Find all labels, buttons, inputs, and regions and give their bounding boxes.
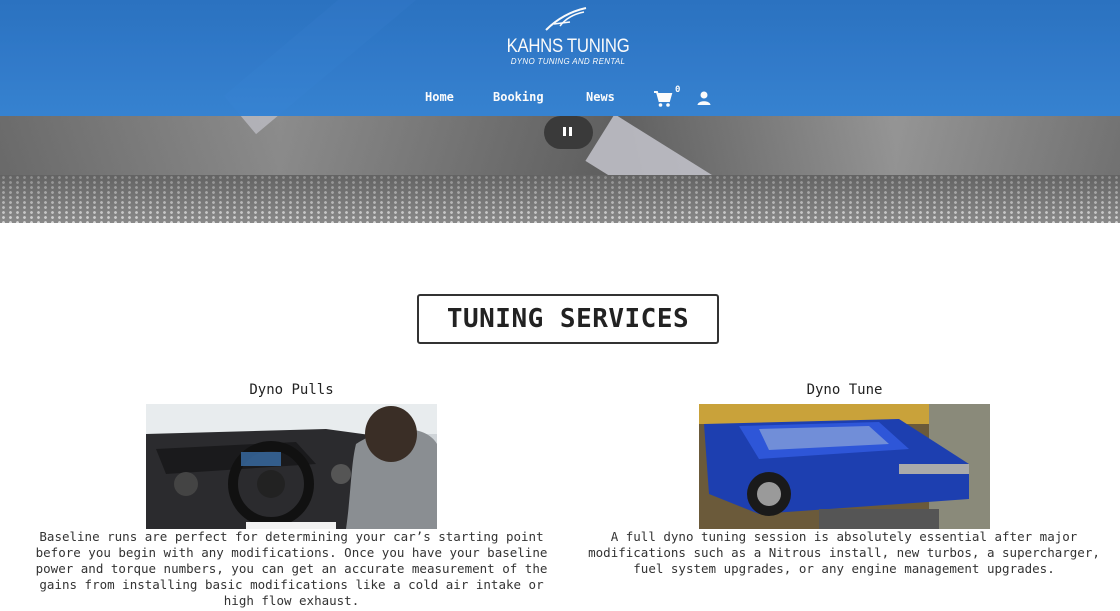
site-header: KAHNS TUNING DYNO TUNING AND RENTAL Home…: [0, 0, 1120, 116]
user-account-icon[interactable]: [696, 90, 712, 106]
car-interior-image: [146, 404, 437, 529]
site-logo[interactable]: KAHNS TUNING DYNO TUNING AND RENTAL: [498, 6, 638, 68]
cart-count-badge: 0: [675, 85, 681, 95]
service-description-dyno-tune: A full dyno tuning session is absolutely…: [588, 529, 1100, 576]
hero-grille-shadow: [0, 175, 1120, 223]
main-nav: Home Booking News 0: [0, 85, 1120, 110]
service-description-dyno-pulls: Baseline runs are perfect for determinin…: [35, 529, 548, 608]
logo-swoosh-icon: [545, 7, 587, 31]
slider-pause-button[interactable]: [544, 116, 593, 149]
pause-icon-bar-right: [569, 127, 572, 136]
logo-tagline: DYNO TUNING AND RENTAL: [510, 57, 626, 66]
service-image-dyno-tune: [699, 404, 990, 529]
nav-news[interactable]: News: [586, 90, 615, 104]
service-title-dyno-pulls: Dyno Pulls: [249, 382, 334, 398]
nav-booking[interactable]: Booking: [493, 90, 544, 104]
service-title-dyno-tune: Dyno Tune: [806, 382, 883, 398]
nav-home[interactable]: Home: [425, 90, 454, 104]
logo-title: KAHNS TUNING: [506, 36, 630, 57]
service-image-dyno-pulls: [146, 404, 437, 529]
pause-icon-bar-left: [563, 127, 566, 136]
cart-icon[interactable]: [653, 90, 673, 108]
section-title: TUNING SERVICES: [417, 294, 719, 344]
blue-car-on-dyno-image: [699, 404, 990, 529]
